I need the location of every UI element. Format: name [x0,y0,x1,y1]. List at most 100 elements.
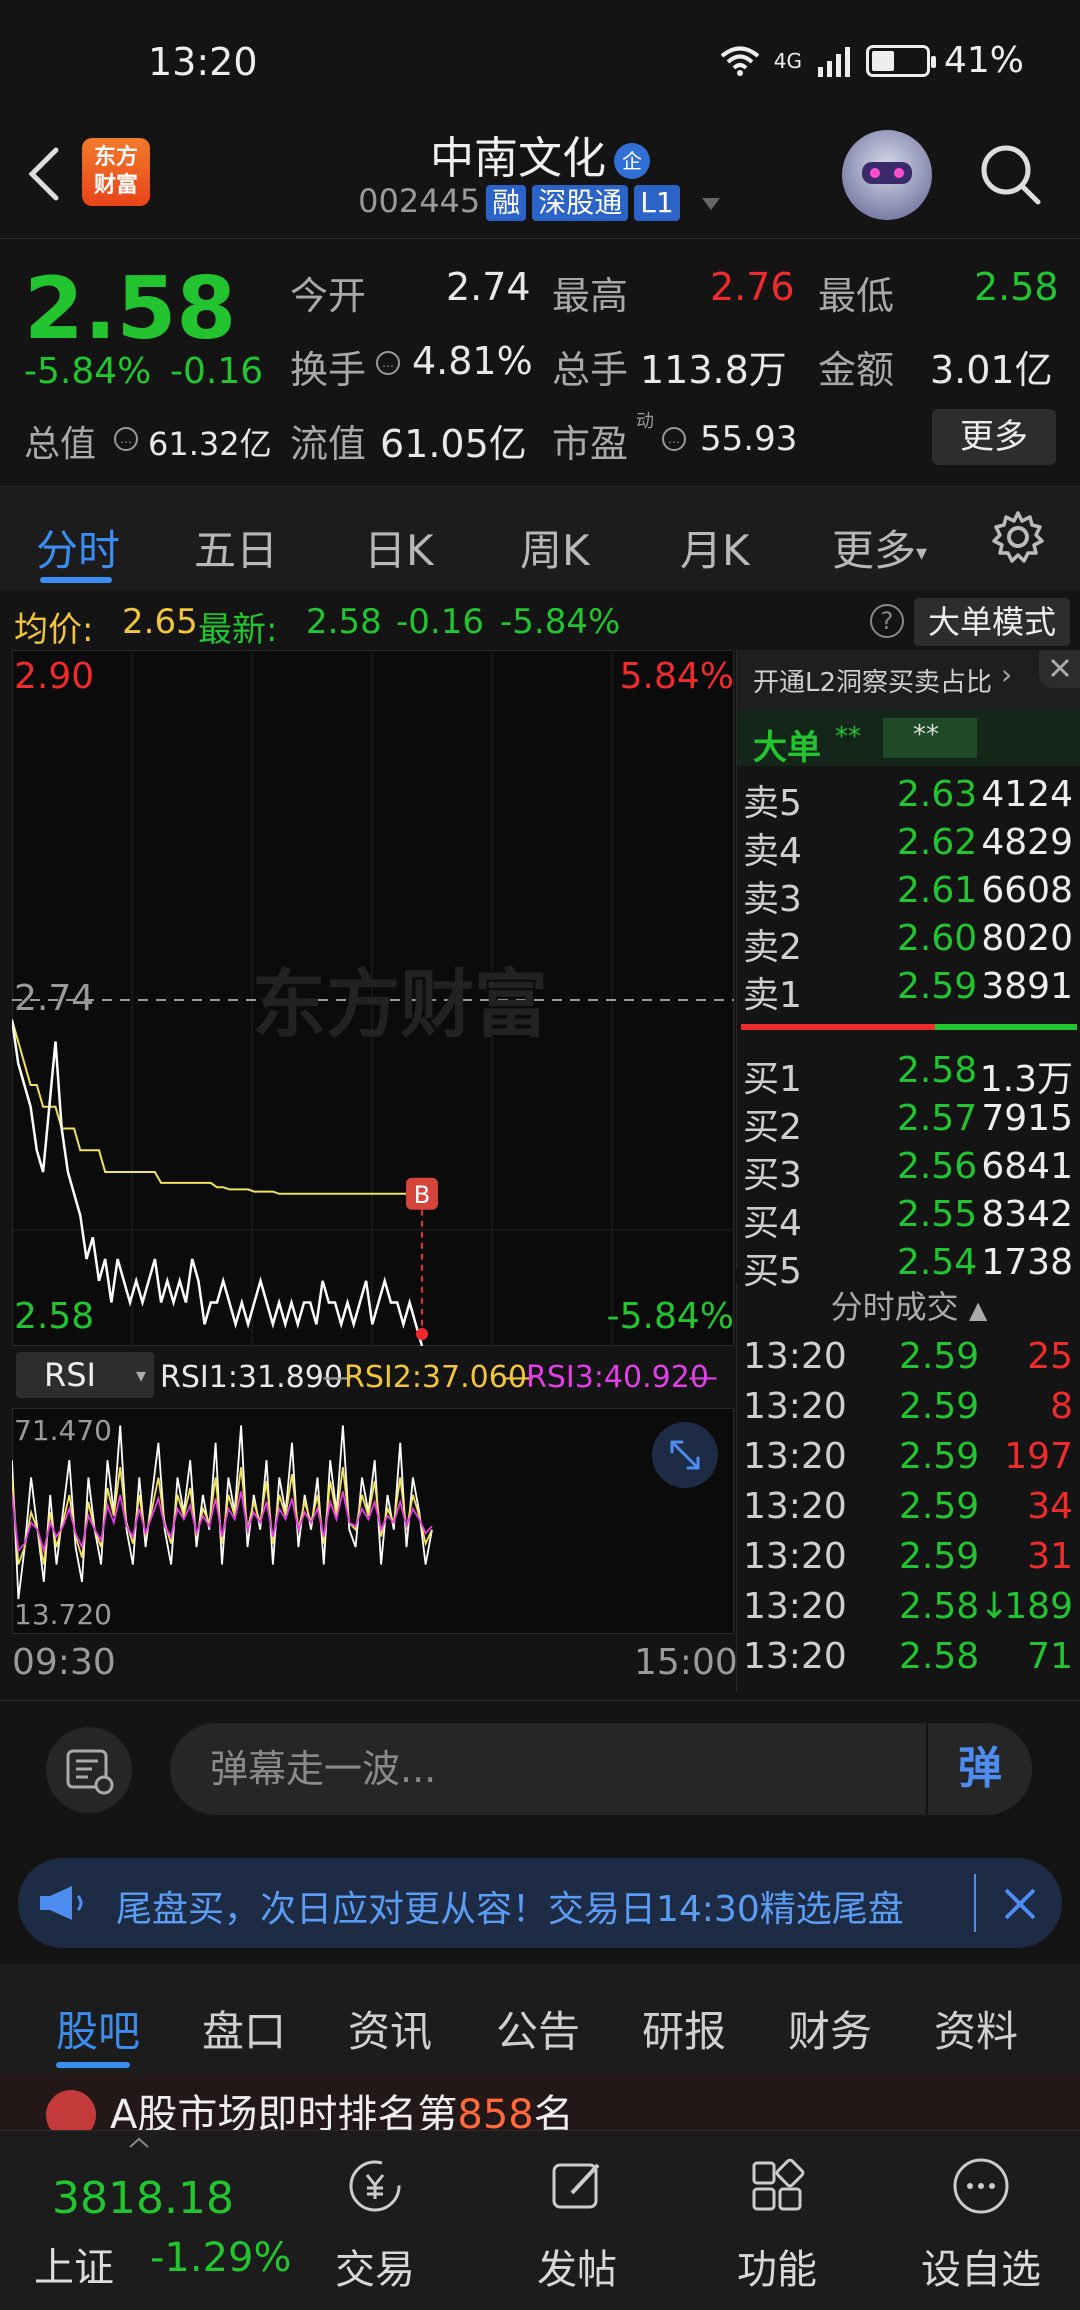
chart-ref-price: 2.74 [14,978,95,1019]
bottom-nav: 3818.18 上证 -1.29% 交易 发帖 功能 设自选 [0,2130,1080,2310]
ranking-strip[interactable]: A股市场即时排名第858名 [0,2074,1080,2130]
nav-add-watchlist-label: 设自选 [921,2247,1041,2293]
search-icon[interactable] [978,142,1044,208]
more-button[interactable]: 更多 [932,409,1056,465]
ask-volume: 6608 [981,870,1073,911]
tick-title-label: 分时成交 [830,1288,959,1326]
expand-icon[interactable] [652,1422,718,1488]
sort-up-icon: ▲ [968,1296,988,1324]
tab-research[interactable]: 研报 [642,1998,726,2059]
nav-functions[interactable]: 功能 [702,2131,852,2310]
tick-time: 13:20 [743,1436,847,1477]
close-icon[interactable] [1000,1884,1040,1924]
tab-intraday[interactable]: 分时 [36,517,120,578]
info-icon[interactable]: … [374,349,402,377]
l2-promo[interactable]: 开通L2洞察买卖占比 › [737,650,1080,710]
tab-monthly-k[interactable]: 月K [680,517,750,578]
ranking-suffix: 名 [533,2092,574,2130]
tick-volume: 34 [1027,1486,1073,1527]
tab-more-label: 更多 [832,526,917,575]
bid-price: 2.57 [897,1098,978,1139]
banner-text: 尾盘买，次日应对更从容！交易日14:30精选尾盘 [116,1889,904,1930]
ask-row[interactable]: 卖4 2.62 4829 [737,822,1080,872]
danmaku-send-button[interactable]: 弹 [926,1723,1032,1815]
tab-finance[interactable]: 财务 [788,1998,872,2059]
ask-row[interactable]: 卖5 2.63 4124 [737,774,1080,824]
danmaku-settings-icon[interactable] [46,1727,132,1813]
tick-time: 13:20 [743,1386,847,1427]
bid-level: 买1 [743,1059,802,1100]
tick-volume: 8 [1050,1386,1073,1427]
big-order-mode-button[interactable]: 大单模式 [914,598,1070,646]
battery-percent: 41% [943,40,1024,81]
help-icon[interactable]: ? [870,604,904,638]
bid-row[interactable]: 买4 2.55 8342 [737,1194,1080,1244]
tab-news[interactable]: 资讯 [348,1998,432,2059]
tab-five-day[interactable]: 五日 [194,517,278,578]
tick-time: 13:20 [743,1536,847,1577]
tick-title[interactable]: 分时成交 ▲ [737,1282,1080,1326]
nav-post-label: 发帖 [537,2247,617,2293]
tick-volume: 25 [1027,1336,1073,1377]
time-end: 15:00 [634,1642,738,1683]
info-icon[interactable]: … [112,425,140,453]
nav-add-watchlist[interactable]: 设自选 [906,2131,1056,2310]
tick-row: 13:20 2.59 25 [737,1336,1080,1386]
megaphone-icon [40,1886,83,1920]
ask-volume: 4124 [981,774,1073,815]
rsi-chart[interactable]: 71.470 13.720 [11,1407,735,1635]
ranking-icon [46,2090,96,2130]
float-value: 61.05亿 [380,422,527,466]
index-ticker[interactable]: 3818.18 上证 -1.29% [0,2131,292,2310]
nav-trade[interactable]: 交易 [300,2131,450,2310]
latest-value: 2.58 [306,602,382,642]
settings-gear-icon[interactable] [990,509,1046,565]
ask-row[interactable]: 卖1 2.59 3891 [737,966,1080,1016]
info-tab-active-indicator [56,2062,130,2068]
bid-row[interactable]: 买3 2.56 6841 [737,1146,1080,1196]
promo-banner[interactable]: 尾盘买，次日应对更从容！交易日14:30精选尾盘 [18,1858,1062,1948]
index-value: 3818.18 [52,2173,234,2224]
big-order-row: 大单 ** ** [737,710,1080,768]
ask-price: 2.59 [897,966,978,1007]
tick-price: 2.58 [899,1636,980,1677]
chart-bottom-pct: -5.84% [606,1296,734,1337]
intraday-chart[interactable]: 东方财富 B 2.90 5.84% 2.74 2.58 -5.84% [10,649,735,1347]
tab-profile[interactable]: 资料 [934,1998,1018,2059]
latest-label: 最新: [198,610,278,650]
mktcap-label: 总值 [24,424,97,465]
latest-change: -0.16 [396,602,484,642]
tab-weekly-k[interactable]: 周K [520,517,590,578]
chart-top-pct: 5.84% [619,656,734,697]
ask-price: 2.60 [897,918,978,959]
chevron-up-icon [129,2137,149,2148]
dropdown-triangle-icon: ▾ [916,541,928,566]
tick-volume: 71 [1027,1636,1073,1677]
info-tabs: 股吧 盘口 资讯 公告 研报 财务 资料 [0,1964,1080,2074]
ranking-prefix: A股市场即时排名第 [110,2092,458,2130]
tick-row: 13:20 2.59 197 [737,1436,1080,1486]
enterprise-badge-icon: 企 [614,143,650,179]
rsi-max: 71.470 [14,1414,112,1447]
bid-row[interactable]: 买2 2.57 7915 [737,1098,1080,1148]
rsi-header: RSI ▾ RSI1:31.890 — RSI2:37.060 — RSI3:40… [12,1352,734,1402]
robot-assistant-icon[interactable] [842,130,932,220]
banner-divider [974,1874,976,1932]
ask-row[interactable]: 卖3 2.61 6608 [737,870,1080,920]
danmaku-input[interactable]: 弹幕走一波... [170,1723,1032,1815]
rsi3-value: RSI3:40.920 [526,1360,709,1395]
ask-level: 卖1 [743,975,802,1016]
tab-more[interactable]: 更多▾ [832,517,927,578]
tab-daily-k[interactable]: 日K [364,517,434,578]
tab-order-book[interactable]: 盘口 [202,1998,286,2059]
indicator-selector[interactable]: RSI ▾ [16,1352,154,1398]
tab-forum[interactable]: 股吧 [56,1998,140,2059]
tab-announcements[interactable]: 公告 [496,1998,580,2059]
info-icon[interactable]: … [660,425,688,453]
close-icon[interactable] [1039,650,1080,688]
nav-post[interactable]: 发帖 [502,2131,652,2310]
ranking-number: 858 [457,2092,534,2130]
ask-row[interactable]: 卖2 2.60 8020 [737,918,1080,968]
tick-row: 13:20 2.58 71 [737,1636,1080,1686]
bid-row[interactable]: 买1 2.58 1.3万 [737,1050,1080,1100]
